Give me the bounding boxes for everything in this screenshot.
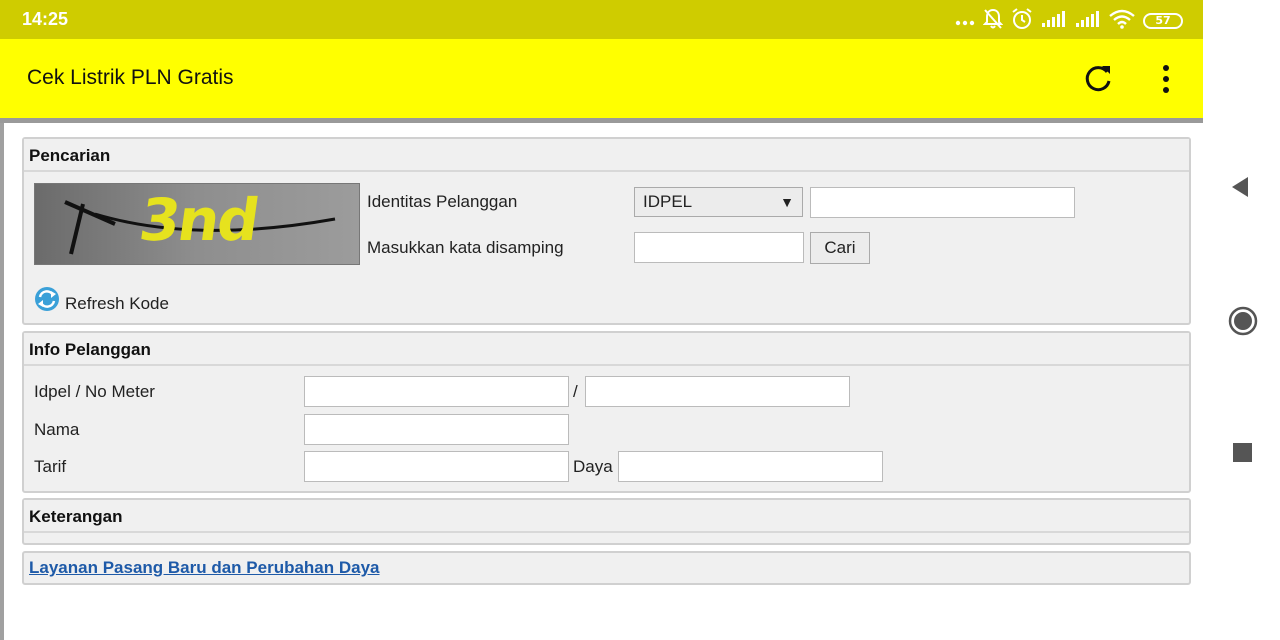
webview-left-border: [0, 123, 4, 640]
label-daya: Daya: [573, 457, 613, 476]
search-panel-heading: Pencarian: [24, 139, 1189, 172]
meter-number-output[interactable]: [585, 376, 850, 407]
navigation-bar: [1203, 0, 1280, 640]
nama-output[interactable]: [304, 414, 569, 445]
idpel-separator: /: [573, 382, 578, 401]
status-time: 14:25: [22, 9, 69, 29]
signal-icon: [1041, 10, 1067, 32]
dropdown-arrow-icon: ▼: [780, 194, 794, 210]
refresh-icon[interactable]: [1082, 63, 1114, 95]
recent-apps-icon[interactable]: [1233, 443, 1252, 462]
app-title: Cek Listrik PLN Gratis: [27, 66, 234, 89]
more-notifications-icon: [955, 12, 975, 31]
idpel-output[interactable]: [304, 376, 569, 407]
label-captcha-word: Masukkan kata disamping: [367, 238, 564, 257]
info-panel: Info Pelanggan Idpel / No Meter / Nama T…: [22, 331, 1191, 493]
tarif-output[interactable]: [304, 451, 569, 482]
daya-output[interactable]: [618, 451, 883, 482]
screen: 14:25 57 Cek Listrik PLN Gratis Pencaria…: [0, 0, 1280, 640]
refresh-code-icon[interactable]: [34, 286, 60, 316]
id-type-select[interactable]: IDPEL ▼: [634, 187, 803, 217]
captcha-input[interactable]: [634, 232, 804, 263]
muted-bell-icon: [982, 8, 1004, 34]
alarm-icon: [1011, 8, 1033, 34]
signal-icon-2: [1075, 10, 1101, 32]
more-options-icon[interactable]: [1152, 61, 1180, 97]
label-tarif: Tarif: [34, 457, 67, 476]
app-bar: Cek Listrik PLN Gratis: [0, 39, 1203, 118]
search-panel: Pencarian 3nd Identitas Pelanggan IDPEL …: [22, 137, 1191, 325]
label-idpel: Idpel / No Meter: [34, 382, 155, 401]
id-type-selected: IDPEL: [643, 192, 693, 211]
search-button[interactable]: Cari: [810, 232, 870, 264]
label-nama: Nama: [34, 420, 80, 439]
wifi-icon: [1109, 9, 1135, 33]
back-icon[interactable]: [1230, 175, 1250, 203]
note-panel-heading: Keterangan: [24, 500, 1189, 533]
home-icon[interactable]: [1228, 306, 1258, 340]
status-bar: 14:25 57: [0, 0, 1203, 39]
id-number-input[interactable]: [810, 187, 1075, 218]
battery-icon: 57: [1143, 13, 1183, 29]
new-connection-link[interactable]: Layanan Pasang Baru dan Perubahan Daya: [29, 558, 380, 577]
link-panel: Layanan Pasang Baru dan Perubahan Daya: [22, 551, 1191, 585]
info-panel-heading: Info Pelanggan: [24, 333, 1189, 366]
refresh-code-link[interactable]: Refresh Kode: [65, 294, 169, 314]
app-bar-divider: [0, 118, 1203, 123]
status-icons: 57: [955, 8, 1183, 34]
captcha-text: 3nd: [135, 186, 262, 254]
note-panel: Keterangan: [22, 498, 1191, 545]
label-identity: Identitas Pelanggan: [367, 192, 518, 211]
captcha-image: 3nd: [34, 183, 360, 265]
